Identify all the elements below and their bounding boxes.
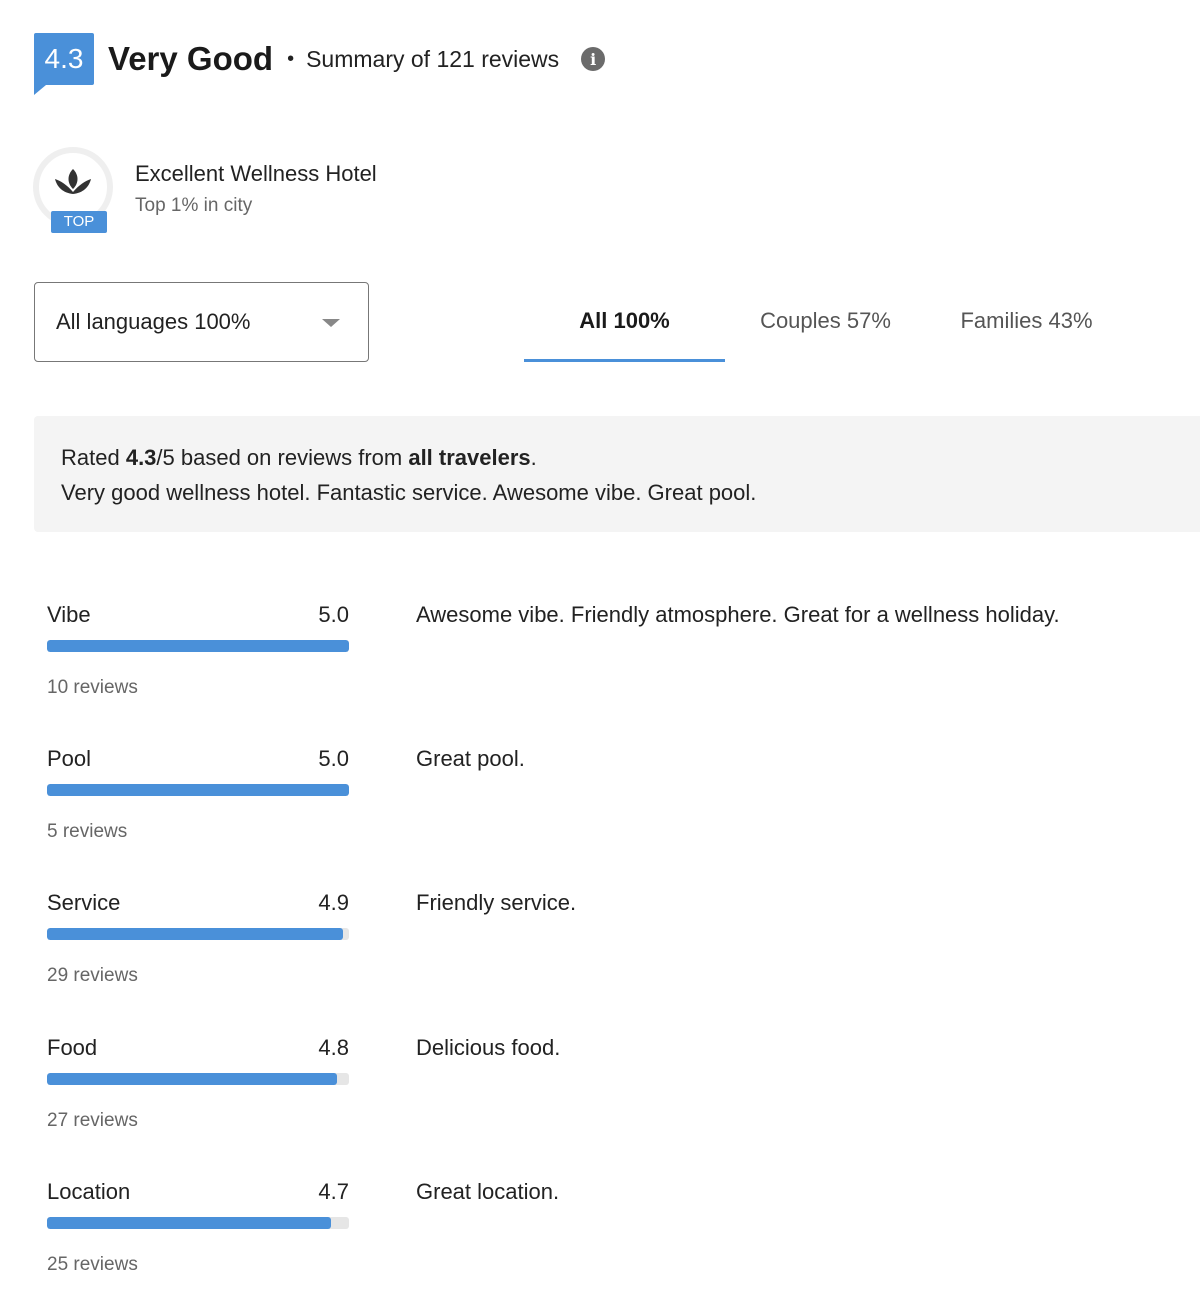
category-row: Vibe 5.0 10 reviews Awesome vibe. Friend… bbox=[47, 602, 1167, 722]
category-bar bbox=[47, 784, 349, 796]
tab-all[interactable]: All 100% bbox=[524, 295, 725, 362]
award-badge: TOP Excellent Wellness Hotel Top 1% in c… bbox=[33, 147, 377, 233]
category-name: Service bbox=[47, 890, 121, 915]
category-name: Location bbox=[47, 1179, 131, 1204]
category-review-count: 5 reviews bbox=[47, 821, 128, 842]
tab-couples[interactable]: Couples 57% bbox=[725, 295, 926, 362]
category-name: Pool bbox=[47, 746, 92, 771]
category-name: Food bbox=[47, 1035, 98, 1060]
category-description: Delicious food. bbox=[416, 1035, 561, 1060]
category-score: 5.0 bbox=[318, 746, 349, 771]
category-name: Vibe bbox=[47, 602, 91, 627]
category-review-count: 29 reviews bbox=[47, 965, 138, 986]
category-review-count: 10 reviews bbox=[47, 677, 138, 698]
summary-line-2: Very good wellness hotel. Fantastic serv… bbox=[61, 480, 757, 505]
review-count-summary: Summary of 121 reviews bbox=[306, 45, 560, 72]
category-row: Service 4.9 29 reviews Friendly service. bbox=[47, 890, 1167, 1010]
rating-header: 4.3 Very Good • Summary of 121 reviews i bbox=[34, 28, 606, 95]
award-subtitle: Top 1% in city bbox=[135, 195, 253, 216]
summary-prefix: Rated bbox=[61, 445, 126, 470]
summary-line-1: Rated 4.3/5 based on reviews from all tr… bbox=[61, 440, 1173, 475]
category-description: Friendly service. bbox=[416, 890, 577, 915]
info-icon[interactable]: i bbox=[581, 47, 606, 71]
rating-label: Very Good bbox=[108, 40, 274, 77]
summary-mid: /5 based on reviews from bbox=[156, 445, 409, 470]
summary-travelers: all travelers bbox=[408, 445, 531, 470]
category-score: 4.7 bbox=[318, 1179, 349, 1204]
language-dropdown-label: All languages 100% bbox=[56, 309, 251, 334]
category-description: Great pool. bbox=[416, 746, 525, 771]
category-score: 4.9 bbox=[318, 890, 349, 915]
category-row: Pool 5.0 5 reviews Great pool. bbox=[47, 746, 1167, 866]
top-tag: TOP bbox=[51, 211, 107, 233]
category-bar bbox=[47, 1217, 349, 1229]
category-row: Location 4.7 25 reviews Great location. bbox=[47, 1179, 1167, 1299]
category-description: Great location. bbox=[416, 1179, 560, 1204]
category-bar-fill bbox=[47, 640, 349, 652]
category-bar bbox=[47, 1073, 349, 1085]
summary-box: Rated 4.3/5 based on reviews from all tr… bbox=[34, 416, 1200, 532]
category-bar bbox=[47, 640, 349, 652]
award-title: Excellent Wellness Hotel bbox=[135, 161, 377, 186]
category-bar-fill bbox=[47, 928, 343, 940]
category-bar-fill bbox=[47, 784, 349, 796]
summary-score: 4.3 bbox=[125, 445, 157, 470]
category-bar-fill bbox=[47, 1073, 337, 1085]
separator-dot: • bbox=[287, 47, 295, 70]
tab-families[interactable]: Families 43% bbox=[926, 295, 1127, 362]
review-summary-page: 4.3 Very Good • Summary of 121 reviews i… bbox=[0, 0, 1200, 1316]
chevron-down-icon bbox=[322, 319, 340, 327]
category-review-count: 27 reviews bbox=[47, 1110, 138, 1131]
category-score: 5.0 bbox=[318, 602, 349, 627]
category-review-count: 25 reviews bbox=[47, 1254, 138, 1275]
lotus-icon bbox=[55, 169, 91, 194]
category-row: Food 4.8 27 reviews Delicious food. bbox=[47, 1035, 1167, 1155]
score-badge: 4.3 bbox=[34, 33, 94, 95]
language-dropdown[interactable]: All languages 100% bbox=[34, 282, 369, 362]
category-score: 4.8 bbox=[318, 1035, 349, 1060]
award-circle: TOP bbox=[33, 147, 113, 233]
category-description: Awesome vibe. Friendly atmosphere. Great… bbox=[416, 602, 1060, 627]
award-text: Excellent Wellness Hotel Top 1% in city bbox=[135, 161, 377, 217]
summary-suffix: . bbox=[530, 445, 537, 470]
category-bar-fill bbox=[47, 1217, 331, 1229]
category-bar bbox=[47, 928, 349, 940]
